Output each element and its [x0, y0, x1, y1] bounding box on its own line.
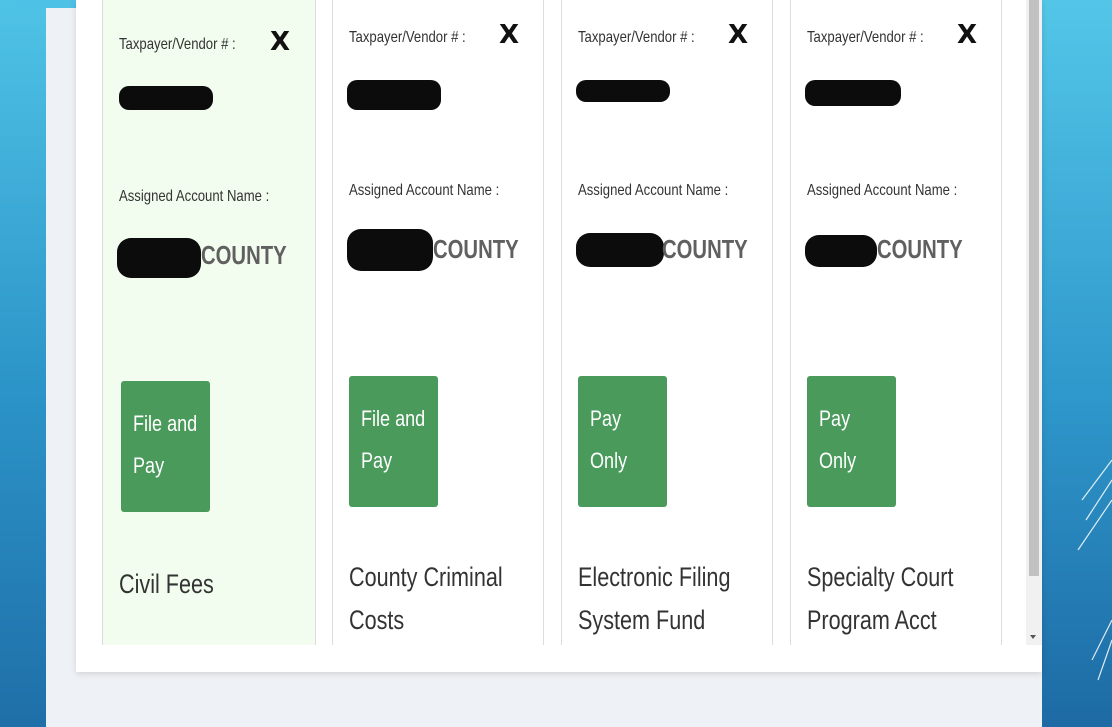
decorative-lines-icon	[1077, 459, 1112, 681]
redacted-account-name	[117, 238, 201, 278]
button-label-line2: Pay	[133, 453, 165, 478]
taxpayer-label: Taxpayer/Vendor # :	[349, 29, 466, 46]
remove-icon[interactable]: X	[957, 20, 977, 50]
fund-name-line2: Costs	[349, 605, 405, 635]
fund-name-line2: Program Acct	[807, 605, 937, 635]
account-card[interactable]: Taxpayer/Vendor # : X Assigned Account N…	[332, 0, 544, 645]
button-label-line2: Pay	[361, 448, 393, 473]
assigned-account-label: Assigned Account Name :	[578, 182, 729, 199]
county-name: COUNTY	[877, 234, 963, 264]
decorative-right-band	[1042, 0, 1112, 727]
county-name: COUNTY	[662, 234, 748, 264]
scrollbar-thumb[interactable]	[1029, 0, 1039, 576]
taxpayer-label: Taxpayer/Vendor # :	[119, 36, 236, 53]
button-label-line1: Pay	[590, 406, 622, 431]
button-label-line2: Only	[590, 448, 628, 473]
fund-name-line1: Civil Fees	[119, 569, 214, 599]
county-name: COUNTY	[433, 234, 519, 264]
remove-icon[interactable]: X	[728, 20, 748, 50]
remove-icon[interactable]: X	[270, 27, 290, 57]
assigned-account-label: Assigned Account Name :	[119, 188, 270, 205]
button-label-line1: File and	[133, 411, 198, 436]
redacted-taxpayer-number	[576, 80, 670, 102]
button-label-line1: Pay	[819, 406, 851, 431]
fund-name: Specialty Court Program Acct	[807, 556, 953, 642]
button-label-line2: Only	[819, 448, 857, 473]
decorative-left-band	[0, 0, 46, 727]
taxpayer-label: Taxpayer/Vendor # :	[807, 29, 924, 46]
account-card[interactable]: Taxpayer/Vendor # : X Assigned Account N…	[561, 0, 773, 645]
redacted-taxpayer-number	[805, 80, 901, 106]
redacted-account-name	[576, 233, 664, 267]
assigned-account-label: Assigned Account Name :	[807, 182, 958, 199]
remove-icon[interactable]: X	[499, 20, 519, 50]
vertical-scrollbar[interactable]	[1026, 0, 1042, 645]
fund-name: Civil Fees	[119, 563, 214, 606]
fund-name: Electronic Filing System Fund	[578, 556, 730, 642]
taxpayer-label: Taxpayer/Vendor # :	[578, 29, 695, 46]
pay-only-button[interactable]: Pay Only	[807, 376, 896, 507]
redacted-taxpayer-number	[347, 80, 441, 110]
account-cards-panel: Taxpayer/Vendor # : X Assigned Account N…	[76, 0, 1042, 672]
redacted-taxpayer-number	[119, 86, 213, 110]
account-cards-scroll-area[interactable]: Taxpayer/Vendor # : X Assigned Account N…	[76, 0, 1026, 645]
account-card[interactable]: Taxpayer/Vendor # : X Assigned Account N…	[102, 0, 316, 645]
button-label-line1: File and	[361, 406, 426, 431]
assigned-account-label: Assigned Account Name :	[349, 182, 500, 199]
fund-name-line1: County Criminal	[349, 562, 503, 592]
county-name: COUNTY	[201, 240, 287, 270]
account-card[interactable]: Taxpayer/Vendor # : X Assigned Account N…	[790, 0, 1002, 645]
pay-only-button[interactable]: Pay Only	[578, 376, 667, 507]
fund-name-line1: Specialty Court	[807, 562, 954, 592]
file-and-pay-button[interactable]: File and Pay	[349, 376, 438, 507]
fund-name: County Criminal Costs	[349, 556, 503, 642]
redacted-account-name	[347, 229, 433, 271]
fund-name-line2: System Fund	[578, 605, 706, 635]
redacted-account-name	[805, 235, 877, 267]
file-and-pay-button[interactable]: File and Pay	[121, 381, 210, 512]
scroll-down-arrow-icon[interactable]	[1030, 635, 1036, 639]
fund-name-line1: Electronic Filing	[578, 562, 731, 592]
